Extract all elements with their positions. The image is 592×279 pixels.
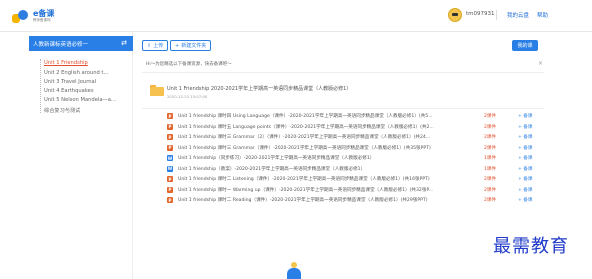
add-to-lesson-button[interactable]: + 备课 — [518, 113, 533, 119]
list-item[interactable]: W Unit 1 friendship（同步练习）-2020-2021学年上学期高… — [134, 154, 554, 164]
textbook-selector[interactable]: 人教新课标英语必修一 ⇄ — [29, 36, 133, 51]
word-icon: W — [167, 165, 173, 172]
my-lessons-button[interactable]: 我的课 — [512, 40, 538, 51]
resource-title[interactable]: Unit 1 friendship 课时二 Reading（课件）-2020-2… — [178, 197, 483, 203]
close-icon[interactable]: × — [538, 60, 543, 67]
resource-count: 2课件 — [484, 145, 497, 151]
new-folder-button[interactable]: + 新建文件夹 — [170, 40, 212, 51]
add-to-lesson-button[interactable]: + 备课 — [518, 134, 533, 140]
resource-count: 1课件 — [484, 156, 497, 161]
list-item[interactable]: P Unit 1 friendship 课时四 Using Language（课件… — [134, 112, 554, 122]
logo-icon — [12, 8, 30, 24]
folder-icon — [150, 85, 164, 96]
list-item[interactable]: P Unit 1 friendship 课时三 Grammar（课件）-2020-… — [134, 144, 554, 154]
hint-text: Hi～为您精选以下备课资源，快去备课吧～ — [146, 62, 232, 67]
add-to-lesson-button[interactable]: + 备课 — [518, 187, 533, 193]
resource-count: 2课件 — [484, 187, 497, 193]
ppt-icon: P — [167, 113, 173, 119]
resource-count: 2课件 — [484, 177, 497, 182]
add-to-lesson-button[interactable]: + 备课 — [518, 176, 533, 182]
resource-count: 2课件 — [484, 124, 497, 130]
ppt-icon: P — [167, 144, 173, 151]
ppt-icon: P — [167, 186, 173, 193]
sidebar-item[interactable]: Unit 1 Friendship — [44, 60, 88, 66]
user-name[interactable]: tm097931 — [466, 11, 495, 17]
mascot-image — [285, 262, 303, 279]
textbook-title: 人教新课标英语必修一 — [33, 41, 89, 48]
list-item[interactable]: P Unit 1 friendship 课时一 Warming up（课件）-20… — [134, 186, 554, 196]
ppt-icon: P — [167, 197, 173, 203]
tree-line — [40, 59, 41, 113]
sidebar-item[interactable]: Unit 2 English around t... — [44, 70, 108, 76]
ppt-icon: P — [167, 123, 173, 130]
resource-title[interactable]: Unit 1 friendship（教案）-2020-2021学年上学期高一英语… — [178, 166, 483, 172]
add-to-lesson-button[interactable]: + 备课 — [518, 166, 533, 172]
upload-icon: ⇧ — [147, 42, 152, 49]
logo[interactable]: e备课 教师备课网 — [12, 6, 54, 26]
resource-title[interactable]: Unit 1 friendship 课时三 Grammar（2）（课件）-202… — [178, 134, 483, 140]
sidebar-item[interactable]: Unit 4 Earthquakes — [44, 88, 94, 94]
sidebar-item[interactable]: 综合复习与测试 — [44, 107, 80, 114]
avatar[interactable] — [448, 8, 462, 22]
add-to-lesson-button[interactable]: + 备课 — [518, 155, 533, 161]
word-icon: W — [167, 155, 173, 161]
help-link[interactable]: 帮助 — [537, 11, 548, 19]
resource-count: 2课件 — [484, 135, 497, 140]
resource-title[interactable]: Unit 1 friendship 课时四 Using Language（课件）… — [178, 113, 483, 119]
swap-icon[interactable]: ⇄ — [121, 39, 127, 47]
top-bar: e备课 教师备课网 tm097931 我的云盘 帮助 — [0, 0, 592, 32]
divider — [496, 10, 497, 20]
add-to-lesson-button[interactable]: + 备课 — [518, 124, 533, 130]
list-item[interactable]: P Unit 1 friendship 课时三 Grammar（2）（课件）-20… — [134, 133, 554, 143]
ppt-icon: P — [167, 134, 173, 140]
sidebar-item[interactable]: Unit 5 Nelson Mandela—a... — [44, 97, 116, 103]
divider — [142, 108, 544, 109]
list-item[interactable]: W Unit 1 friendship（教案）-2020-2021学年上学期高一英… — [134, 165, 554, 175]
resource-title[interactable]: Unit 1 friendship 课时五 Language points（课件… — [178, 124, 483, 130]
resource-title[interactable]: Unit 1 friendship 课时一 Warming up（课件）-202… — [178, 187, 483, 193]
list-item[interactable]: P Unit 1 friendship 课时五 Language points（课… — [134, 123, 554, 133]
sidebar: 人教新课标英语必修一 ⇄ Unit 1 Friendship Unit 2 Eng… — [0, 32, 133, 279]
sidebar-item[interactable]: Unit 3 Travel Journal — [44, 79, 96, 85]
resource-title[interactable]: Unit 1 friendship 课时三 Grammar（课件）-2020-2… — [178, 145, 483, 151]
cloud-disk-link[interactable]: 我的云盘 — [507, 11, 529, 19]
resource-count: 2课件 — [484, 114, 497, 119]
add-to-lesson-button[interactable]: + 备课 — [518, 197, 533, 203]
list-item[interactable]: P Unit 1 friendship 课时二 Listening（课件）-202… — [134, 175, 554, 185]
watermark: 最需教育 — [493, 236, 569, 257]
add-to-lesson-button[interactable]: + 备课 — [518, 145, 533, 151]
upload-button[interactable]: ⇧ 上传 — [142, 40, 169, 51]
group-title[interactable]: Unit 1 Friendship 2020-2021学年上学期高一英语同步精品… — [167, 85, 351, 92]
list-item[interactable]: P Unit 1 friendship 课时二 Reading（课件）-2020-… — [134, 196, 554, 206]
ppt-icon: P — [167, 176, 173, 182]
logo-subtext: 教师备课网 — [33, 17, 51, 22]
resource-title[interactable]: Unit 1 friendship（同步练习）-2020-2021学年上学期高一… — [178, 155, 483, 161]
upload-label: 上传 — [153, 43, 164, 49]
logo-text: e备课 — [33, 8, 55, 18]
group-date: 2020-12-23 15:07:00 — [167, 94, 208, 99]
plus-icon: + — [175, 42, 180, 49]
resource-title[interactable]: Unit 1 friendship 课时二 Listening（课件）-2020… — [178, 176, 483, 182]
new-folder-label: 新建文件夹 — [181, 43, 207, 49]
divider — [142, 72, 544, 73]
resource-count: 1课件 — [484, 166, 497, 172]
resource-count: 2课件 — [484, 198, 497, 203]
